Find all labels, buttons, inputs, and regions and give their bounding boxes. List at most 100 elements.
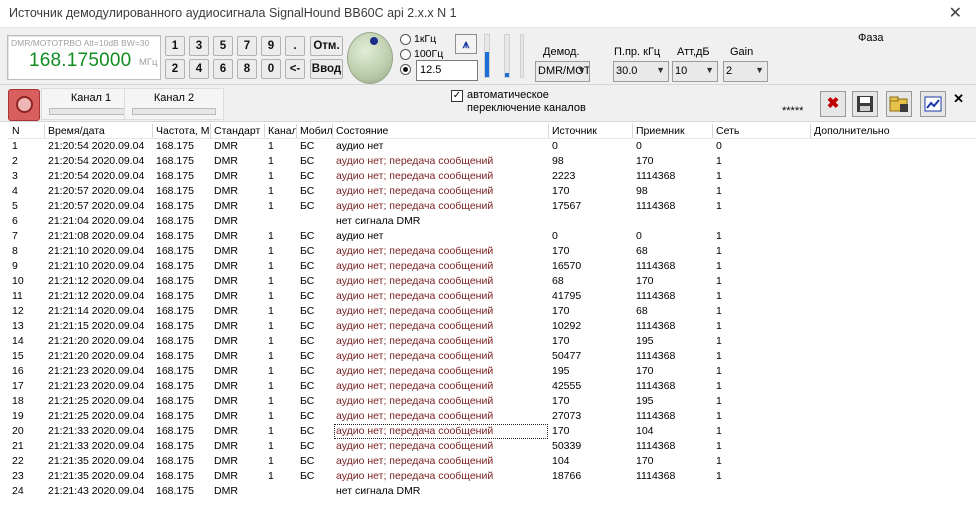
tab-channel-2[interactable]: Канал 2: [124, 88, 224, 120]
col-standard-cell: DMR: [214, 365, 238, 377]
key-9[interactable]: 9: [261, 36, 281, 56]
column-separator[interactable]: [332, 124, 333, 138]
radio-100hz[interactable]: [400, 48, 411, 60]
speaker-icon[interactable]: [8, 89, 40, 121]
table-row[interactable]: 3 21:20:54 2020.09.04 168.175 DMR 1 БС аудио н…: [8, 169, 976, 184]
table-row[interactable]: 10 21:21:12 2020.09.04 168.175 DMR 1 БС аудио …: [8, 274, 976, 289]
table-row[interactable]: 19 21:21:25 2020.09.04 168.175 DMR 1 БС аудио …: [8, 409, 976, 424]
bandwidth-select[interactable]: 30.0 ▼: [613, 61, 669, 82]
key-3[interactable]: 3: [189, 36, 209, 56]
col-n-cell: 4: [12, 185, 18, 197]
table-row[interactable]: 2 21:20:54 2020.09.04 168.175 DMR 1 БС аудио н…: [8, 154, 976, 169]
table-row[interactable]: 17 21:21:23 2020.09.04 168.175 DMR 1 БС аудио …: [8, 379, 976, 394]
key-7[interactable]: 7: [237, 36, 257, 56]
step-100hz-option[interactable]: 100Гц: [400, 48, 443, 60]
col-source-cell: 41795: [552, 290, 582, 302]
close-window-icon[interactable]: ✕: [949, 3, 962, 23]
level-slider-right[interactable]: [504, 34, 510, 78]
col-datetime-cell: 21:21:15 2020.09.04: [48, 320, 145, 332]
column-separator[interactable]: [296, 124, 297, 138]
table-row[interactable]: 15 21:21:20 2020.09.04 168.175 DMR 1 БС аудио …: [8, 349, 976, 364]
col-extra-cell: [812, 244, 972, 259]
save-icon[interactable]: [852, 91, 878, 117]
table-row[interactable]: 4 21:20:57 2020.09.04 168.175 DMR 1 БС аудио н…: [8, 184, 976, 199]
table-row[interactable]: 6 21:21:04 2020.09.04 168.175 DMR нет сигнал…: [8, 214, 976, 229]
enter-button[interactable]: Ввод: [310, 59, 343, 79]
col-network-cell: 1: [716, 410, 722, 422]
key-dot[interactable]: .: [285, 36, 305, 56]
antenna-icon[interactable]: ⩚: [455, 34, 477, 54]
table-row[interactable]: 14 21:21:20 2020.09.04 168.175 DMR 1 БС аудио …: [8, 334, 976, 349]
header-col-frequency[interactable]: Частота, М: [154, 123, 210, 139]
table-row[interactable]: 24 21:21:43 2020.09.04 168.175 DMR нет сигна…: [8, 484, 976, 499]
folder-icon[interactable]: [886, 91, 912, 117]
table-row[interactable]: 8 21:21:10 2020.09.04 168.175 DMR 1 БС аудио н…: [8, 244, 976, 259]
step-input[interactable]: 12.5: [416, 60, 478, 81]
backspace-key[interactable]: <-: [285, 59, 305, 79]
header-col-datetime[interactable]: Время/дата: [46, 123, 152, 139]
table-row[interactable]: 18 21:21:25 2020.09.04 168.175 DMR 1 БС аудио …: [8, 394, 976, 409]
auto-switch-checkbox[interactable]: ✓: [451, 90, 463, 102]
header-col-extra[interactable]: Дополнительно: [812, 123, 972, 139]
key-4[interactable]: 4: [189, 59, 209, 79]
delete-icon[interactable]: ✖: [820, 91, 846, 117]
column-separator[interactable]: [264, 124, 265, 138]
header-col-channel[interactable]: Канал: [266, 123, 296, 139]
table-row[interactable]: 22 21:21:35 2020.09.04 168.175 DMR 1 БС аудио …: [8, 454, 976, 469]
step-1khz-option[interactable]: 1кГц: [400, 33, 436, 45]
col-state-cell: аудио нет; передача сообщений: [336, 335, 494, 347]
header-col-n[interactable]: N: [10, 123, 44, 139]
tuning-knob[interactable]: [347, 32, 393, 84]
column-separator[interactable]: [210, 124, 211, 138]
header-col-state[interactable]: Состояние: [334, 123, 548, 139]
table-row[interactable]: 20 21:21:33 2020.09.04 168.175 DMR 1 БС аудио …: [8, 424, 976, 439]
column-separator[interactable]: [810, 124, 811, 138]
header-col-receiver[interactable]: Приемник: [634, 123, 712, 139]
key-1[interactable]: 1: [165, 36, 185, 56]
header-col-standard[interactable]: Стандарт: [212, 123, 264, 139]
radio-custom[interactable]: [400, 64, 411, 75]
table-row[interactable]: 5 21:20:57 2020.09.04 168.175 DMR 1 БС аудио н…: [8, 199, 976, 214]
key-8[interactable]: 8: [237, 59, 257, 79]
table-row[interactable]: 16 21:21:23 2020.09.04 168.175 DMR 1 БС аудио …: [8, 364, 976, 379]
header-col-network[interactable]: Сеть: [714, 123, 810, 139]
step-custom-option[interactable]: [400, 64, 414, 75]
col-n-cell: 19: [12, 410, 24, 422]
col-datetime-cell: 21:21:25 2020.09.04: [48, 410, 145, 422]
column-separator[interactable]: [712, 124, 713, 138]
table-row[interactable]: 12 21:21:14 2020.09.04 168.175 DMR 1 БС аудио …: [8, 304, 976, 319]
col-state-cell: аудио нет; передача сообщений: [336, 155, 494, 167]
chevron-down-icon: ▼: [577, 65, 586, 75]
attenuation-select[interactable]: 10 ▼: [672, 61, 718, 82]
column-separator[interactable]: [44, 124, 45, 138]
header-col-mobile[interactable]: Мобил: [298, 123, 332, 139]
demod-select[interactable]: DMR/MOTOTRBO▼: [535, 61, 590, 82]
column-separator[interactable]: [548, 124, 549, 138]
column-separator[interactable]: [632, 124, 633, 138]
close-panel-icon[interactable]: ✕: [953, 91, 964, 107]
level-slider-left[interactable]: [484, 34, 490, 78]
col-n-cell: 13: [12, 320, 24, 332]
table-row[interactable]: 9 21:21:10 2020.09.04 168.175 DMR 1 БС аудио н…: [8, 259, 976, 274]
key-5[interactable]: 5: [213, 36, 233, 56]
header-col-source[interactable]: Источник: [550, 123, 632, 139]
chart-icon[interactable]: [920, 91, 946, 117]
col-channel-cell: 1: [268, 365, 274, 377]
gain-select[interactable]: 2 ▼: [723, 61, 768, 82]
column-separator[interactable]: [152, 124, 153, 138]
col-n-cell: 21: [12, 440, 24, 452]
key-0[interactable]: 0: [261, 59, 281, 79]
table-row[interactable]: 1 21:20:54 2020.09.04 168.175 DMR 1 БС аудио н…: [8, 139, 976, 154]
table-row[interactable]: 7 21:21:08 2020.09.04 168.175 DMR 1 БС аудио н…: [8, 229, 976, 244]
cancel-button[interactable]: Отм.: [310, 36, 343, 56]
table-row[interactable]: 23 21:21:35 2020.09.04 168.175 DMR 1 БС аудио …: [8, 469, 976, 484]
table-row[interactable]: 11 21:21:12 2020.09.04 168.175 DMR 1 БС аудио …: [8, 289, 976, 304]
key-6[interactable]: 6: [213, 59, 233, 79]
key-2[interactable]: 2: [165, 59, 185, 79]
col-network-cell: 1: [716, 305, 722, 317]
col-network-cell: 0: [716, 140, 722, 152]
col-source-cell: 68: [552, 275, 564, 287]
table-row[interactable]: 13 21:21:15 2020.09.04 168.175 DMR 1 БС аудио …: [8, 319, 976, 334]
radio-1khz[interactable]: [400, 33, 411, 45]
table-row[interactable]: 21 21:21:33 2020.09.04 168.175 DMR 1 БС аудио …: [8, 439, 976, 454]
